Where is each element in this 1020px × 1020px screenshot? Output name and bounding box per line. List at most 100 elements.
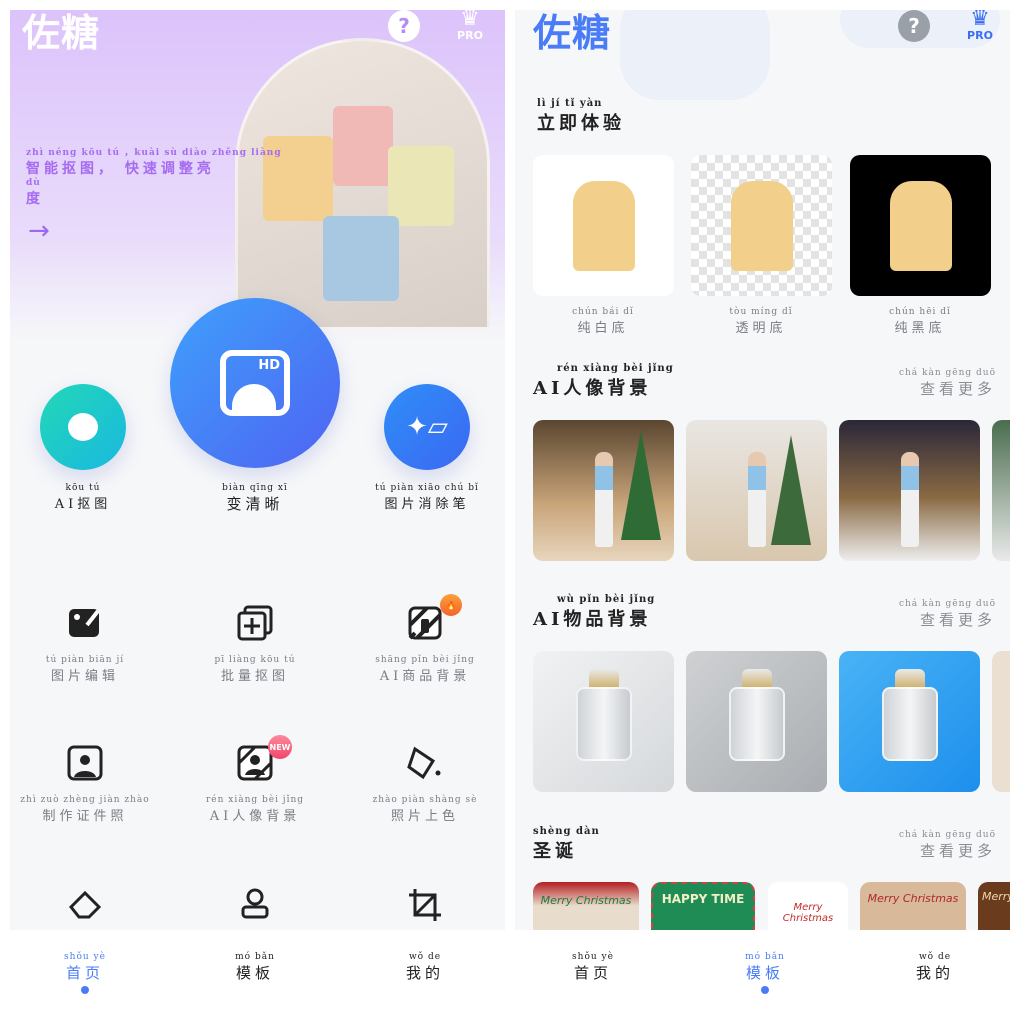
label-text: 制作证件照 xyxy=(42,809,128,824)
pro-button[interactable]: ♛ PRO xyxy=(962,10,998,44)
pinyin-text: zhì zuò zhèng jiàn zhào xyxy=(20,795,150,805)
nav-mine[interactable]: wǒ de 我的 xyxy=(916,952,954,983)
try-card-transparent[interactable] xyxy=(691,155,832,296)
label-text: 查看更多 xyxy=(919,380,996,398)
see-more-christmas[interactable]: chá kàn gēng duō 查看更多 xyxy=(899,830,996,861)
nav-home[interactable]: shǒu yè 首页 xyxy=(64,952,106,983)
product-template-card[interactable] xyxy=(839,651,980,792)
try-label-black: chún hēi dǐ 纯黑底 xyxy=(889,307,951,336)
help-icon: ? xyxy=(398,14,410,38)
portrait-template-card[interactable] xyxy=(839,420,980,561)
pinyin-text: chá kàn gēng duō xyxy=(898,599,996,609)
label-text: 立即体验 xyxy=(537,113,625,134)
product-bg-icon[interactable] xyxy=(405,603,445,643)
pinyin-text: lì jí tǐ yàn xyxy=(537,98,603,109)
templates-screen: 佐糖 ? ♛ PRO lì jí tǐ yàn 立即体验 chún bái dǐ 纯… xyxy=(515,10,1010,1020)
try-label-transparent: tòu míng dǐ 透明底 xyxy=(729,307,792,336)
active-indicator xyxy=(81,986,89,994)
try-card-black[interactable] xyxy=(850,155,991,296)
eraser-icon: ✦▱ xyxy=(406,412,448,442)
label-text: 变清晰 xyxy=(226,495,284,513)
slogan-pinyin: zhì néng kōu tú ，kuài sù diào zhěng liàn… xyxy=(26,148,282,158)
label-text: 我的 xyxy=(915,964,955,982)
section-title-portrait-bg: rén xiàng bèi jǐng AI人像背景 xyxy=(533,363,674,400)
ai-cutout-button[interactable] xyxy=(40,384,126,470)
nav-templates[interactable]: mó bǎn 模板 xyxy=(745,952,785,983)
pinyin-text: pī liàng kōu tú xyxy=(214,655,296,665)
grid-item-id-photo[interactable]: zhì zuò zhèng jiàn zhào 制作证件照 xyxy=(20,795,149,824)
product-template-card[interactable] xyxy=(686,651,827,792)
grid-item-batch-cutout[interactable]: pī liàng kōu tú 批量抠图 xyxy=(215,655,296,684)
decor-triangle xyxy=(620,10,770,100)
bottom-nav: shǒu yè 首页 mó bǎn 模板 wǒ de 我的 xyxy=(10,930,505,1020)
pinyin-text: shāng pǐn bèi jǐng xyxy=(375,655,475,665)
try-card-white[interactable] xyxy=(533,155,674,296)
id-photo-icon[interactable] xyxy=(65,743,105,783)
grid-item-colorize[interactable]: zhào piàn shàng sè 照片上色 xyxy=(373,795,478,824)
help-icon: ? xyxy=(908,14,920,38)
pinyin-text: tú piàn xiāo chú bǐ xyxy=(375,483,479,493)
product-template-card[interactable] xyxy=(992,651,1010,792)
hd-label: HD xyxy=(258,358,280,373)
nav-templates[interactable]: mó bǎn 模板 xyxy=(235,952,275,983)
ai-cutout-label[interactable]: kōu tú AI抠图 xyxy=(55,483,112,512)
paint-bucket-icon[interactable] xyxy=(405,743,445,783)
image-edit-icon[interactable] xyxy=(65,603,105,643)
label-text: 照片上色 xyxy=(390,809,459,824)
label-text: AI人像背景 xyxy=(533,378,652,399)
pinyin-text: chá kàn gēng duō xyxy=(898,368,996,378)
see-more-portrait[interactable]: chá kàn gēng duō 查看更多 xyxy=(899,368,996,399)
portrait-template-card[interactable] xyxy=(533,420,674,561)
help-button[interactable]: ? xyxy=(388,10,420,42)
arrow-right-icon[interactable]: → xyxy=(28,216,50,246)
eraser-label[interactable]: tú piàn xiāo chú bǐ 图片消除笔 xyxy=(375,483,479,512)
portrait-template-card[interactable] xyxy=(686,420,827,561)
chat-cutout-icon xyxy=(68,413,98,441)
label-text: 纯白底 xyxy=(577,321,629,336)
slogan-text: 智能抠图， 快速调整亮 xyxy=(26,161,215,177)
slogan-pinyin-2: dù xyxy=(26,178,41,188)
pro-button[interactable]: ♛ PRO xyxy=(452,10,488,44)
try-label-white: chún bái dǐ 纯白底 xyxy=(572,307,634,336)
section-title-try: lì jí tǐ yàn 立即体验 xyxy=(537,98,625,135)
label-text: 查看更多 xyxy=(919,842,996,860)
pinyin-text: zhào piàn shàng sè xyxy=(372,795,478,805)
hd-image-icon: HD xyxy=(220,350,290,416)
portrait-template-card[interactable] xyxy=(992,420,1010,561)
grid-item-portrait-bg[interactable]: rén xiàng bèi jǐng AI人像背景 xyxy=(206,795,304,824)
pinyin-text: rén xiàng bèi jǐng xyxy=(557,363,674,374)
label-text: 查看更多 xyxy=(919,611,996,629)
product-template-card[interactable] xyxy=(533,651,674,792)
see-more-product[interactable]: chá kàn gēng duō 查看更多 xyxy=(899,599,996,630)
pinyin-text: mó bǎn xyxy=(235,952,275,962)
label-text: 圣诞 xyxy=(533,841,577,862)
app-logo: 佐糖 xyxy=(22,11,101,55)
grid-item-product-bg[interactable]: shāng pǐn bèi jǐng AI商品背景 xyxy=(375,655,475,684)
crown-icon: ♛ xyxy=(970,10,990,31)
pinyin-text: rén xiàng bèi jǐng xyxy=(205,795,305,805)
stamp-icon[interactable] xyxy=(235,885,275,925)
pinyin-text: chá kàn gēng duō xyxy=(898,830,996,840)
help-button[interactable]: ? xyxy=(898,10,930,42)
pinyin-text: biàn qīng xī xyxy=(222,483,288,493)
eraser-button[interactable]: ✦▱ xyxy=(384,384,470,470)
pinyin-text: mó bǎn xyxy=(745,952,785,962)
pinyin-text: tòu míng dǐ xyxy=(729,307,793,317)
label-text: AI人像背景 xyxy=(209,809,301,824)
grid-item-image-edit[interactable]: tú piàn biān jí 图片编辑 xyxy=(46,655,124,684)
crop-icon[interactable] xyxy=(405,885,445,925)
label-text: 首页 xyxy=(573,964,612,982)
pro-label: PRO xyxy=(967,29,993,42)
enhance-label[interactable]: biàn qīng xī 变清晰 xyxy=(222,483,288,514)
new-badge: NEW xyxy=(268,735,292,759)
pinyin-text: shèng dàn xyxy=(533,826,600,837)
pinyin-text: chún hēi dǐ xyxy=(889,307,951,317)
batch-add-icon[interactable] xyxy=(235,603,275,643)
nav-home[interactable]: shǒu yè 首页 xyxy=(572,952,614,983)
nav-mine[interactable]: wǒ de 我的 xyxy=(406,952,444,983)
pinyin-text: shǒu yè xyxy=(64,952,106,962)
eraser-outline-icon[interactable] xyxy=(65,885,105,925)
hoodie-image xyxy=(730,180,793,271)
pinyin-text: wù pǐn bèi jǐng xyxy=(557,594,656,605)
enhance-button[interactable]: HD xyxy=(170,298,340,468)
